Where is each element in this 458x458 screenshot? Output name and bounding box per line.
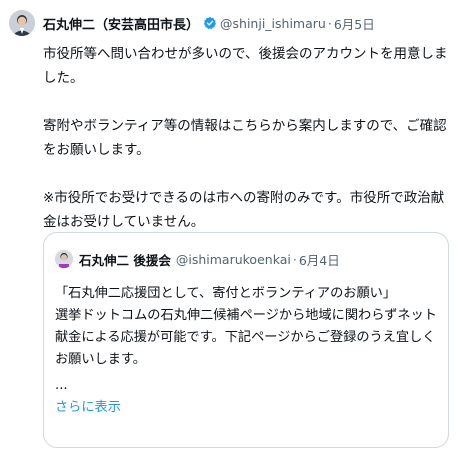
tweet-paragraph: 市役所等へ問い合わせが多いので、後援会のアカウントを用意しました。 — [43, 46, 448, 86]
header-separator: · — [327, 15, 332, 31]
author-avatar[interactable] — [9, 10, 35, 36]
tweet-text: 市役所等へ問い合わせが多いので、後援会のアカウントを用意しました。 寄附やボラン… — [43, 42, 448, 234]
author-name[interactable]: 石丸伸二（安芸高田市長） — [43, 14, 199, 33]
quoted-author-handle: @ishimarukoenkai — [175, 251, 291, 267]
quoted-author-name: 石丸伸二 後援会 — [79, 252, 171, 268]
author-handle[interactable]: @shinji_ishimaru — [220, 16, 326, 31]
tweet-paragraph: 寄附やボランティア等の情報はこちらから案内しますので、ご確認をお願いします。 — [43, 118, 447, 158]
quoted-tweet-card[interactable]: 石丸伸二 後援会 @ishimarukoenkai · 6月4日 「石丸伸二応援… — [43, 232, 449, 448]
tweet-paragraph: ※市役所でお受けできるのは市への寄附のみです。市役所で政治献金はお受けしていませ… — [43, 190, 445, 230]
tweet-date[interactable]: 6月5日 — [334, 14, 375, 33]
tweet-header: 石丸伸二（安芸高田市長） @shinji_ishimaru · 6月5日 — [43, 13, 375, 33]
quoted-tweet-date: 6月4日 — [298, 252, 340, 268]
quoted-tweet-text: 「石丸伸二応援団として、寄付とボランティアのお願い」 選挙ドットコムの石丸伸二候… — [55, 283, 440, 419]
quoted-author-avatar — [55, 250, 73, 268]
show-more-link[interactable]: さらに表示 — [55, 397, 440, 419]
quoted-header-separator: · — [292, 251, 297, 267]
quoted-ellipsis: ... — [55, 378, 68, 393]
verified-badge-icon — [203, 16, 217, 30]
quoted-text-line: 「石丸伸二応援団として、寄付とボランティアのお願い」 — [55, 286, 397, 301]
quoted-tweet-header: 石丸伸二 後援会 @ishimarukoenkai · 6月4日 — [79, 249, 340, 269]
quoted-text-line: 選挙ドットコムの石丸伸二候補ページから地域に関わらずネット献金による応援が可能で… — [55, 308, 437, 367]
